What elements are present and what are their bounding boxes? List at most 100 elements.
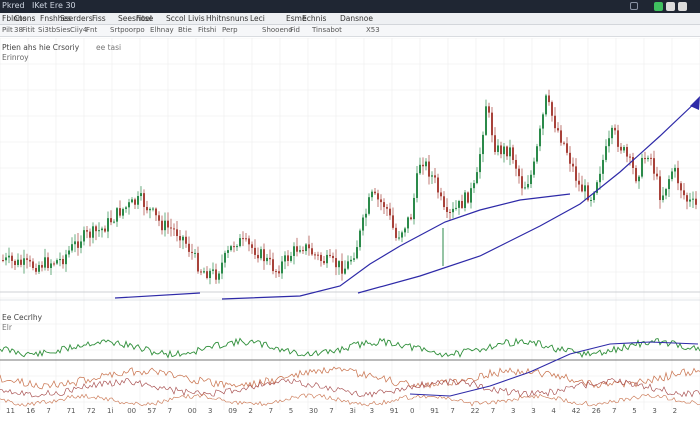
- candle-body: [416, 173, 418, 198]
- candle-body: [20, 259, 22, 265]
- candle-body: [95, 226, 97, 232]
- menu-item-9[interactable]: Hhitnsnuns: [206, 14, 248, 23]
- toolbar-item-13[interactable]: Fid: [290, 26, 300, 34]
- candle-body: [227, 250, 229, 253]
- window-restore-button[interactable]: [654, 2, 663, 11]
- candle-body: [620, 146, 622, 151]
- candle-body: [650, 157, 652, 159]
- menu-item-10[interactable]: Leci: [250, 14, 265, 23]
- candle-body: [29, 259, 31, 262]
- menu-item-1[interactable]: Ctons: [14, 14, 35, 23]
- x-tick-label: 7: [450, 407, 455, 415]
- candle-body: [575, 166, 577, 181]
- x-tick-label: 91: [389, 407, 399, 415]
- candle-body: [167, 220, 169, 228]
- candle-body: [359, 230, 361, 248]
- candle-body: [248, 238, 250, 245]
- x-tick-label: 3: [369, 407, 375, 415]
- candle-body: [539, 128, 541, 147]
- candle-body: [254, 247, 256, 255]
- candle-body: [68, 250, 70, 255]
- candle-body: [371, 191, 373, 198]
- candle-body: [296, 246, 298, 252]
- candle-body: [515, 159, 517, 169]
- toolbar-item-10[interactable]: Fitshi: [198, 26, 216, 34]
- candle-body: [641, 157, 643, 177]
- candle-body: [413, 197, 415, 220]
- candle-body: [434, 175, 436, 178]
- candle-body: [200, 271, 202, 273]
- candle-body: [554, 115, 556, 129]
- candle-body: [524, 187, 526, 189]
- chart-subtitle: Erinroy: [2, 53, 29, 62]
- candle-body: [44, 257, 46, 268]
- candle-body: [284, 255, 286, 262]
- toolbar-item-12[interactable]: Shooeno: [262, 26, 292, 34]
- menu-item-12[interactable]: Echnis: [302, 14, 326, 23]
- toolbar-item-6[interactable]: Fnt: [86, 26, 97, 34]
- toolbar-item-4[interactable]: Sies: [56, 26, 70, 34]
- x-tick-label: 30: [309, 407, 318, 415]
- gear-icon[interactable]: [630, 2, 638, 10]
- candle-body: [626, 147, 628, 157]
- toolbar-item-2[interactable]: Fitit: [22, 26, 35, 34]
- x-tick-label: 3i: [349, 407, 356, 415]
- candle-body: [272, 259, 274, 272]
- menu-item-3[interactable]: Sserders: [60, 14, 93, 23]
- candle-body: [389, 208, 391, 216]
- candle-body: [146, 206, 148, 211]
- candle-body: [116, 208, 118, 222]
- toolbar-item-14[interactable]: Tinsabot: [312, 26, 342, 34]
- x-tick-label: 4: [551, 407, 556, 415]
- trend-arrow: [690, 96, 700, 110]
- candle-body: [677, 167, 679, 184]
- candle-body: [509, 147, 511, 157]
- candle-body: [665, 189, 667, 196]
- candle-body: [533, 161, 535, 175]
- candle-body: [659, 176, 661, 201]
- candle-body: [614, 127, 616, 131]
- candle-body: [299, 250, 301, 252]
- toolbar-item-7[interactable]: Srtpoorpo: [110, 26, 145, 34]
- candle-body: [131, 199, 133, 203]
- toolbar-item-5[interactable]: Ciiy4: [70, 26, 87, 34]
- window-maximize-button[interactable]: [666, 2, 675, 11]
- window-close-button[interactable]: [678, 2, 687, 11]
- candle-body: [662, 195, 664, 201]
- x-tick-label: 2: [672, 407, 678, 415]
- candle-body: [32, 261, 34, 269]
- candle-body: [263, 249, 265, 262]
- toolbar-item-15[interactable]: X53: [366, 26, 380, 34]
- x-tick-label: 72: [86, 407, 96, 415]
- candle-body: [527, 184, 529, 188]
- menu-item-4[interactable]: Fiss: [92, 14, 106, 23]
- x-tick-label: 1i: [107, 407, 114, 415]
- app-title: Pkred: [2, 1, 25, 10]
- x-tick-label: 7: [167, 407, 173, 415]
- menu-item-7[interactable]: Sccol: [166, 14, 186, 23]
- candle-body: [59, 258, 61, 261]
- menu-item-8[interactable]: Livis: [188, 14, 205, 23]
- candle-body: [545, 95, 547, 115]
- candle-body: [125, 207, 127, 209]
- candle-body: [293, 246, 295, 256]
- candle-body: [38, 265, 40, 272]
- price-chart[interactable]: [0, 38, 700, 428]
- toolbar-item-11[interactable]: Perp: [222, 26, 238, 34]
- toolbar-item-0[interactable]: Pilt: [2, 26, 13, 34]
- toolbar-item-3[interactable]: Si3tb: [38, 26, 56, 34]
- x-tick-label: 7: [612, 407, 617, 415]
- x-tick-label: 7: [329, 407, 334, 415]
- candle-body: [461, 201, 463, 208]
- menu-item-6[interactable]: Fitse: [136, 14, 153, 23]
- candle-body: [671, 171, 673, 180]
- toolbar-item-9[interactable]: Btie: [178, 26, 192, 34]
- chart-panel[interactable]: [0, 38, 700, 428]
- toolbar-item-8[interactable]: Elhnay: [150, 26, 174, 34]
- candle-body: [344, 268, 346, 274]
- menu-item-13[interactable]: Dansnoe: [340, 14, 373, 23]
- candle-body: [695, 198, 697, 205]
- x-tick-label: 00: [187, 407, 197, 415]
- moving-average-line: [221, 193, 571, 300]
- candle-body: [338, 261, 340, 268]
